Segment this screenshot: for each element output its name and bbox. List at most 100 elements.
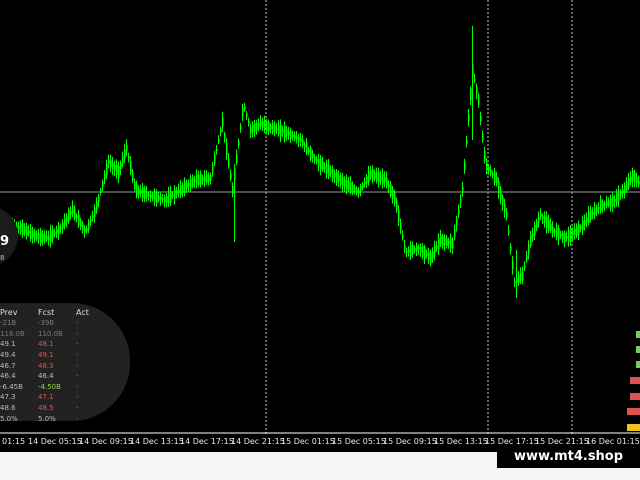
candle-body xyxy=(140,189,142,195)
calendar-row: -6.45B -4.50B - xyxy=(0,382,106,393)
candle-body xyxy=(74,208,76,219)
calendar-row: 118.0B 110.0B - xyxy=(0,329,106,340)
candle-body xyxy=(94,207,96,217)
candle-body xyxy=(602,201,604,209)
candle-body xyxy=(88,221,90,230)
candle-body xyxy=(480,116,482,122)
candle-body xyxy=(352,184,354,192)
candle-body xyxy=(252,125,254,133)
time-tick-label: 15 Dec 17:15 xyxy=(485,437,539,446)
candle-body xyxy=(98,196,100,202)
candle-body xyxy=(32,230,34,239)
candle-body xyxy=(528,244,530,254)
candle-body xyxy=(116,165,118,175)
candle-body xyxy=(622,189,624,194)
candle-body xyxy=(338,175,340,181)
candle-body xyxy=(512,261,514,269)
candle-body xyxy=(570,229,572,241)
candle-body xyxy=(608,200,610,206)
candle-body xyxy=(20,223,22,233)
candle-body xyxy=(374,172,376,180)
candle-body xyxy=(542,216,544,219)
candle-body xyxy=(134,181,136,189)
fcst-value: 48.1 xyxy=(38,340,54,349)
candle-body xyxy=(210,175,212,181)
candle-body xyxy=(106,163,108,175)
candle-body xyxy=(306,142,308,154)
candle-body xyxy=(606,201,608,206)
prev-value: 46.7 xyxy=(0,361,16,370)
candle-body xyxy=(322,161,324,170)
candle-body xyxy=(152,193,154,200)
time-tick-label: 15 Dec 13:15 xyxy=(434,437,488,446)
candle-body xyxy=(496,176,498,184)
candle-body xyxy=(182,184,184,193)
calendar-row: 49.4 49.1 - xyxy=(0,350,106,361)
candle-body xyxy=(332,168,334,179)
candle-body xyxy=(214,155,216,164)
candle-body xyxy=(482,133,484,141)
candle-body xyxy=(118,166,120,178)
candle-body xyxy=(104,173,106,180)
candle-body xyxy=(456,218,458,227)
candle-body xyxy=(58,224,60,235)
candle-body xyxy=(194,178,196,183)
candle-body xyxy=(42,233,44,241)
fcst-value: -4.50B xyxy=(38,382,61,391)
candle-body xyxy=(598,206,600,209)
candle-body xyxy=(504,203,506,213)
candle-body xyxy=(272,123,274,133)
strength-bar xyxy=(630,377,640,384)
candle-body xyxy=(334,172,336,178)
candle-body xyxy=(536,221,538,229)
act-value: - xyxy=(76,393,79,402)
prev-value: 47.3 xyxy=(0,393,16,402)
candle-body xyxy=(634,173,636,184)
act-value: - xyxy=(76,404,79,413)
candle-body xyxy=(420,246,422,253)
candle-body xyxy=(346,179,348,190)
candle-body xyxy=(162,198,164,201)
candle-body xyxy=(390,184,392,196)
time-tick-label: 14 Dec 13:15 xyxy=(130,437,184,446)
candle-body xyxy=(244,106,246,110)
candle-body xyxy=(368,171,370,183)
candle-body xyxy=(68,210,70,222)
candle-body xyxy=(510,245,512,252)
candle-body xyxy=(490,169,492,175)
candle-body xyxy=(296,136,298,139)
candle-body xyxy=(498,181,500,193)
fcst-value: 110.0B xyxy=(38,329,63,338)
candle-body xyxy=(46,235,48,240)
candle-body xyxy=(206,174,208,183)
candle-body xyxy=(86,228,88,232)
act-value: - xyxy=(76,414,79,423)
candle-body xyxy=(378,172,380,183)
fcst-value: -39B xyxy=(38,319,55,328)
calendar-row: 5.0% 5.0% - xyxy=(0,413,106,424)
candle-body xyxy=(96,201,98,211)
candle-body xyxy=(326,164,328,174)
candle-body xyxy=(308,149,310,152)
candle-body xyxy=(50,230,52,243)
candle-body xyxy=(78,215,80,226)
candle-body xyxy=(372,169,374,181)
candle-body xyxy=(250,126,252,134)
candle-body xyxy=(564,232,566,242)
candle-body xyxy=(432,250,434,258)
candle-body xyxy=(164,197,166,203)
candle-body xyxy=(614,198,616,202)
time-tick-label: 14 Dec 21:15 xyxy=(231,437,285,446)
candle-body xyxy=(336,171,338,183)
candle-body xyxy=(468,114,470,122)
candle-body xyxy=(588,212,590,224)
candle-body xyxy=(620,192,622,196)
candle-body xyxy=(112,162,114,170)
candle-body xyxy=(18,225,20,230)
candle-body xyxy=(312,153,314,159)
candle-body xyxy=(350,182,352,193)
candle-body xyxy=(300,137,302,143)
candle-body xyxy=(264,120,266,131)
candle-body xyxy=(600,200,602,212)
candle-body xyxy=(188,183,190,187)
